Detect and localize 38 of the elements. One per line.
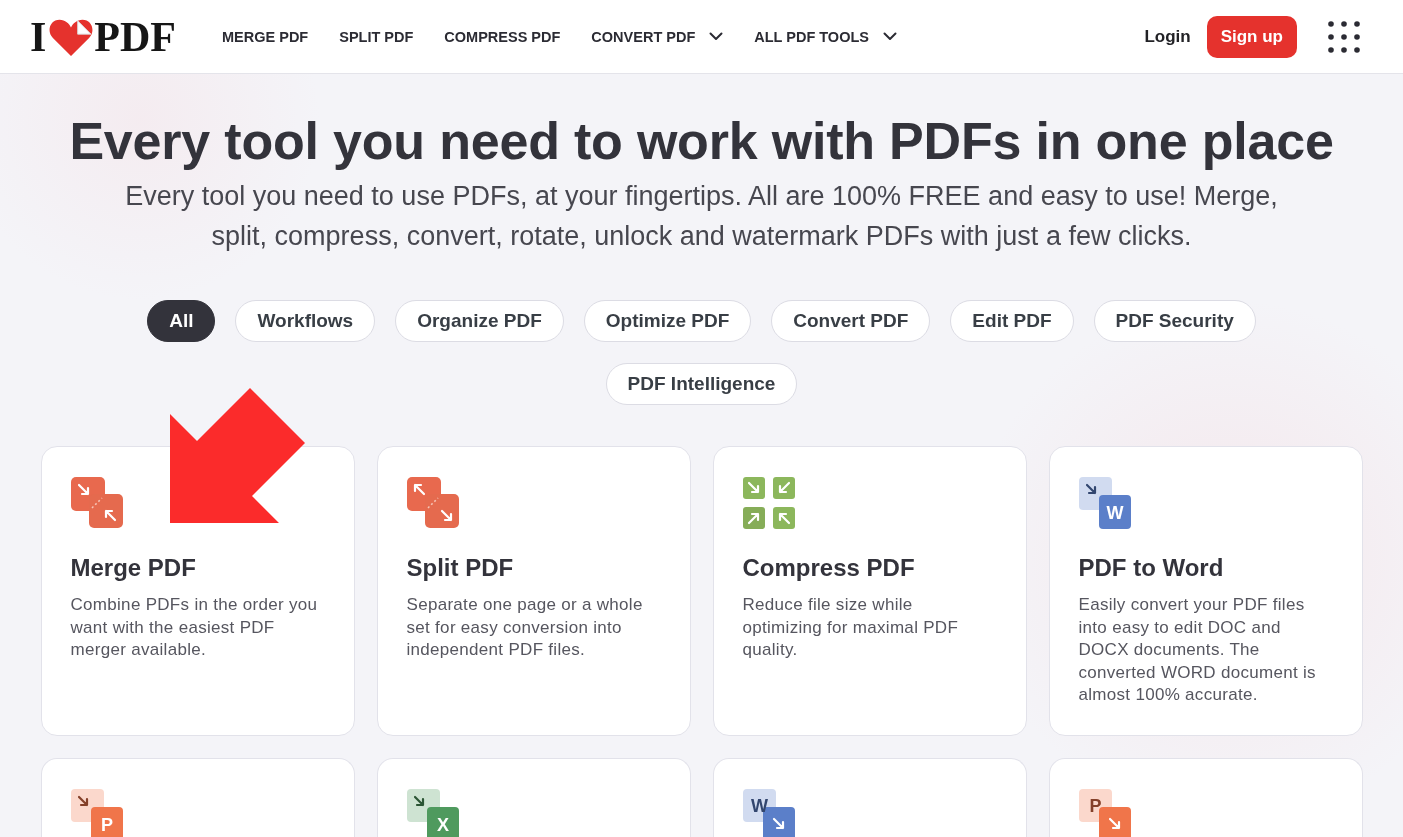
card-description: Reduce file size while optimizing for maximal PDF quality.: [742, 594, 960, 661]
inward-arrows-grid-icon: [742, 477, 795, 529]
filter-tab[interactable]: Optimize PDF: [583, 300, 752, 342]
outward-arrow-tiles-icon: [406, 477, 459, 529]
logo-text[interactable]: I: [30, 15, 47, 58]
inward-arrow-tiles-icon: [70, 477, 123, 529]
filter-tab[interactable]: Convert PDF: [771, 300, 931, 342]
page-heading: Every tool you need to work with PDFs in one place: [68, 112, 1335, 170]
nav-link[interactable]: SPLIT PDF: [339, 28, 414, 45]
nav-link[interactable]: ALL PDF TOOLS: [754, 28, 897, 45]
tool-card[interactable]: Split PDF Separate one page or a whole set for easy conversion into independent PDF files.: [376, 446, 691, 736]
tool-card[interactable]: Compress PDF Reduce file size while optimizing for maximal PDF quality.: [712, 446, 1027, 736]
card-title: Merge PDF: [70, 553, 197, 582]
card-title: Compress PDF: [742, 553, 916, 582]
login-link[interactable]: Login: [1144, 26, 1191, 47]
filter-tab[interactable]: PDF Security: [1093, 300, 1256, 342]
tool-card[interactable]: W: [712, 758, 1027, 837]
filter-tab[interactable]: PDF Intelligence: [605, 363, 798, 405]
nav-link[interactable]: CONVERT PDF: [591, 28, 724, 45]
chevron-down-icon[interactable]: [882, 32, 897, 41]
nav-link[interactable]: COMPRESS PDF: [444, 28, 561, 45]
filter-tab[interactable]: Edit PDF: [950, 300, 1074, 342]
filter-tab[interactable]: All: [147, 300, 216, 342]
card-title: Split PDF: [406, 553, 515, 582]
tool-card[interactable]: W PDF to Word Easily convert your PDF files into easy to edit DOC and DOCX documents. The converted WORD document is almost 100% accurate.: [1048, 446, 1363, 736]
filter-tab[interactable]: Organize PDF: [395, 300, 564, 342]
filter-tab[interactable]: Workflows: [235, 300, 376, 342]
card-description: Separate one page or a whole set for easy conversion into independent PDF files.: [406, 594, 644, 661]
page-subtitle: Every tool you need to use PDFs, at your fingertips. All are 100% FREE and easy to use! Merge, split, compress, convert, rotate, unlock and watermark PDFs with just a few clicks.: [124, 180, 1279, 253]
sign-up-button[interactable]: Sign up: [1206, 15, 1297, 58]
tool-card[interactable]: P: [1048, 758, 1363, 837]
apps-grid-icon[interactable]: [1328, 20, 1360, 53]
logo-text[interactable]: PDF: [94, 15, 176, 58]
chevron-down-icon[interactable]: [709, 32, 724, 41]
nav-link[interactable]: MERGE PDF: [222, 28, 309, 45]
card-description: Combine PDFs in the order you want with the easiest PDF merger available.: [70, 594, 319, 661]
card-title: PDF to Word: [1078, 553, 1225, 582]
card-description: Easily convert your PDF files into easy to edit DOC and DOCX documents. The converted WORD document is almost 100% accurate.: [1078, 594, 1317, 706]
